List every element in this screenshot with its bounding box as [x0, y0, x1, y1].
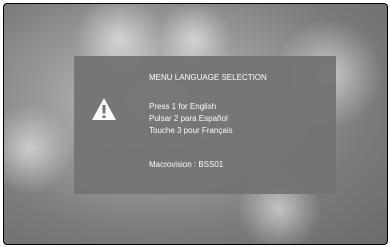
language-options: Press 1 for English Pulsar 2 para Españo… — [149, 101, 233, 137]
dialog-title: MENU LANGUAGE SELECTION — [149, 73, 267, 82]
warning-icon — [92, 98, 116, 120]
language-selection-dialog: MENU LANGUAGE SELECTION Press 1 for Engl… — [74, 56, 336, 194]
option-espanol: Pulsar 2 para Español — [149, 114, 228, 123]
screen-frame: MENU LANGUAGE SELECTION Press 1 for Engl… — [3, 3, 388, 245]
background-bokeh — [4, 104, 74, 194]
macrovision-label: Macrovision : BSS01 — [149, 160, 224, 169]
option-francais: Touche 3 pour Français — [149, 126, 233, 135]
option-english: Press 1 for English — [149, 102, 217, 111]
